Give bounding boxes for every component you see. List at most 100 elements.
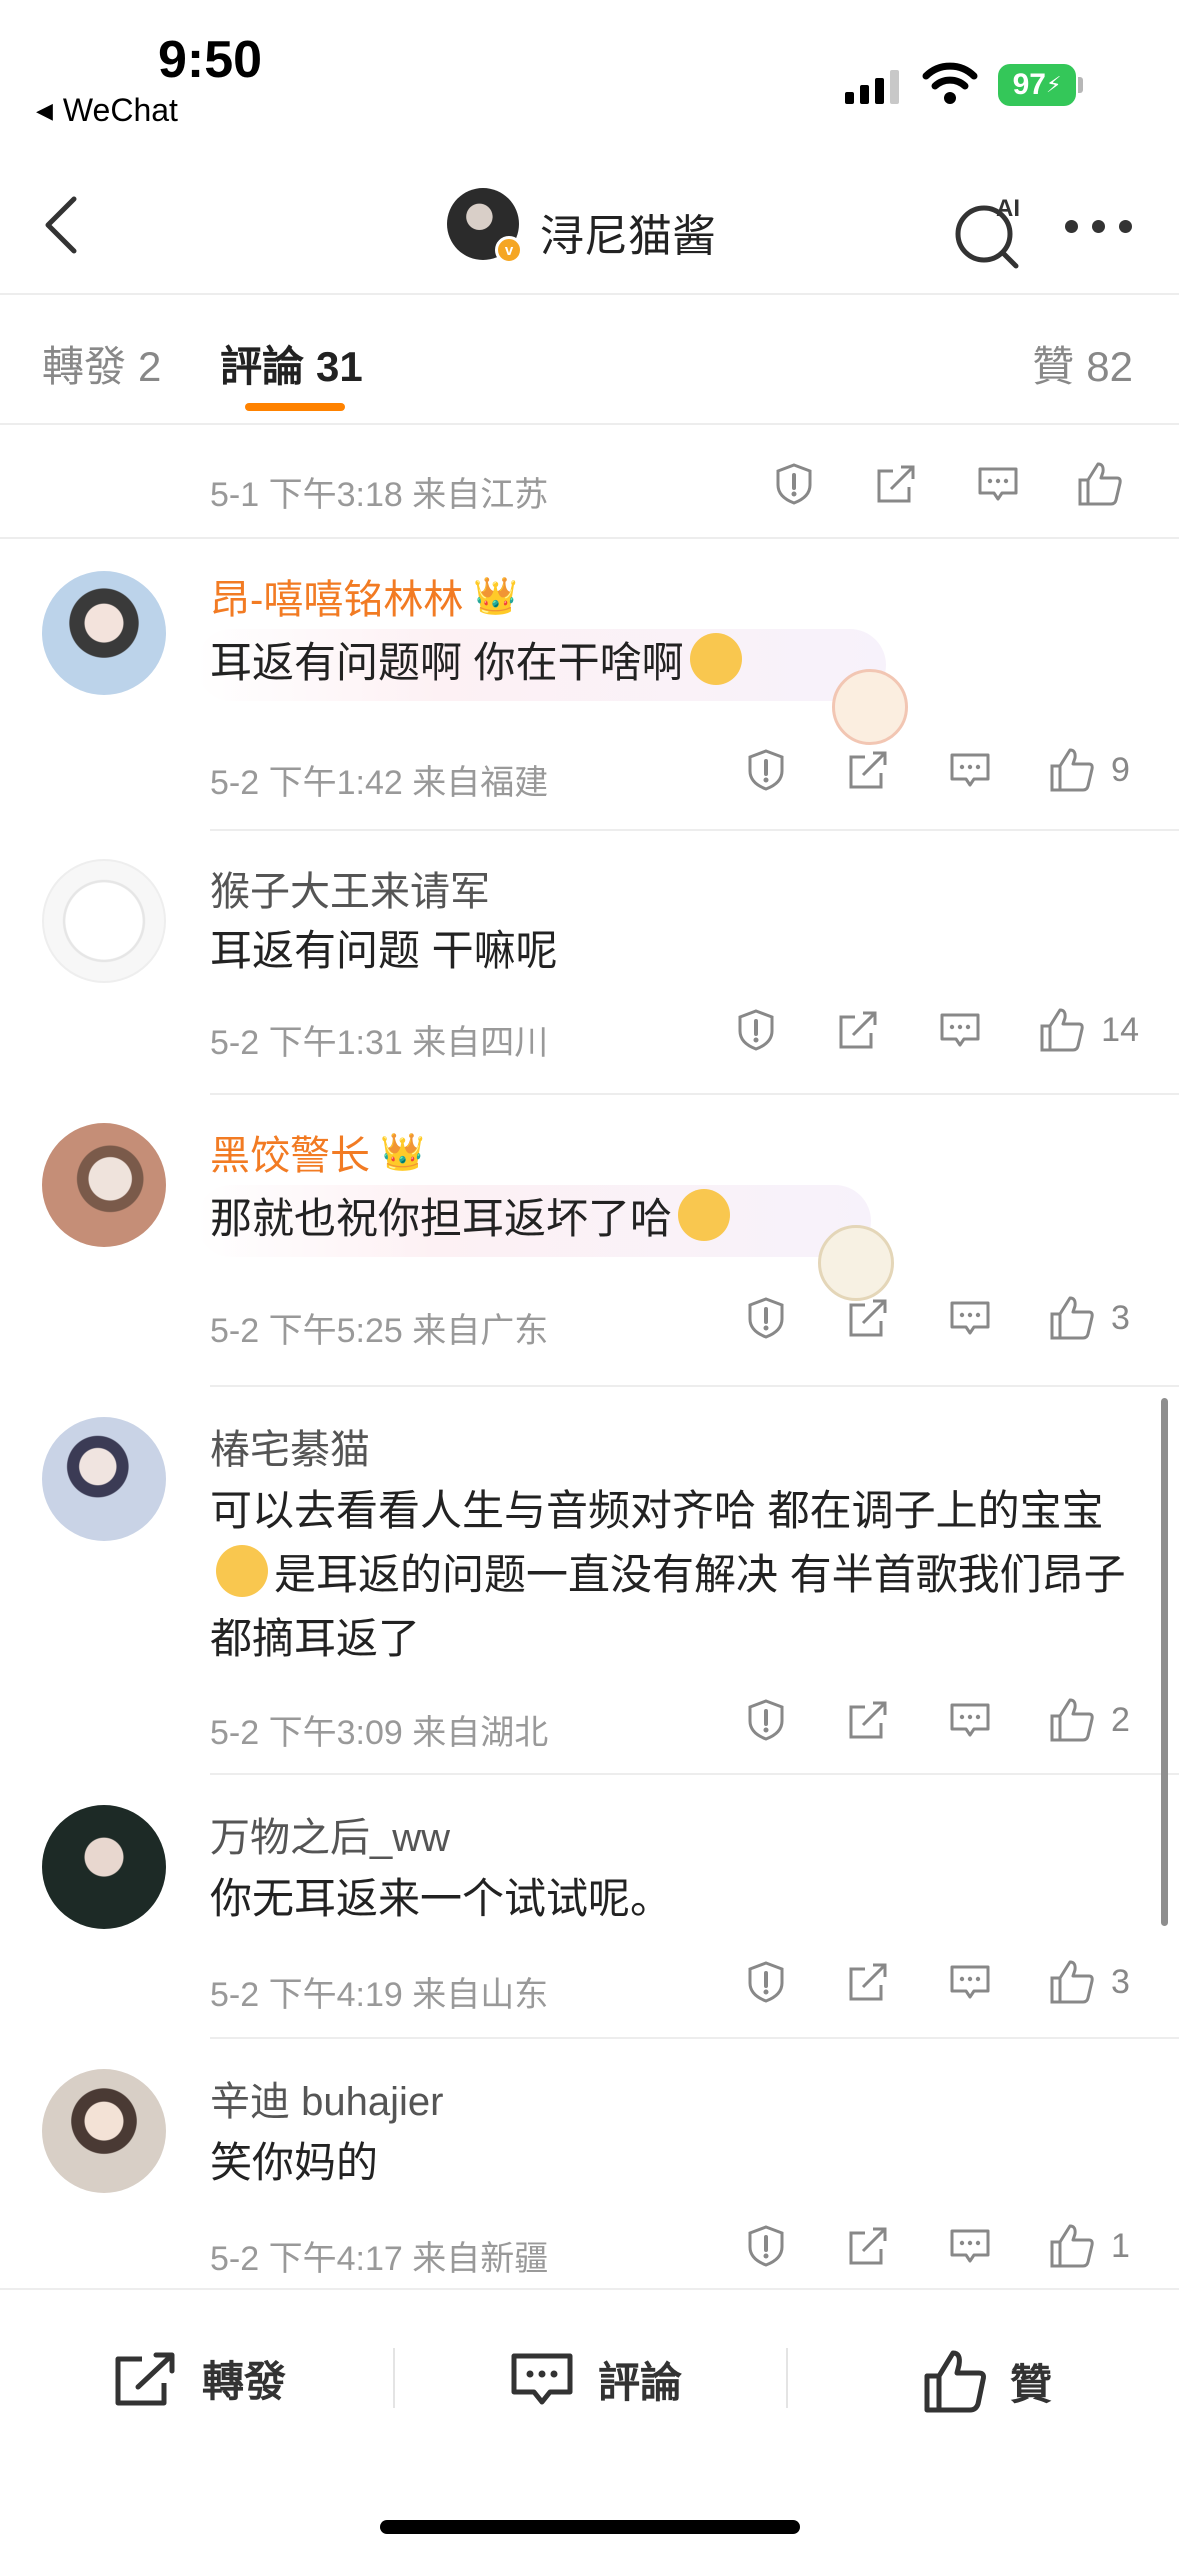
- back-app-label: WeChat: [62, 92, 178, 128]
- comment-actions: 2: [693, 1691, 1139, 1749]
- like-post-button[interactable]: 贊: [922, 2348, 1052, 2414]
- avatar[interactable]: [42, 1805, 166, 1929]
- battery-tip: [1078, 77, 1083, 93]
- report-button[interactable]: [737, 2217, 795, 2275]
- tab-likes-label: 贊: [1032, 343, 1075, 390]
- tab-comments[interactable]: 評論 31: [220, 333, 363, 394]
- tab-forward[interactable]: 轉發 2: [42, 333, 161, 394]
- back-triangle-icon: ◀: [36, 97, 53, 123]
- report-button[interactable]: [737, 1691, 795, 1749]
- reply-icon: [950, 1965, 990, 1999]
- ai-search-icon[interactable]: AI: [950, 190, 1030, 270]
- report-button[interactable]: [737, 1289, 795, 1347]
- share-button[interactable]: [839, 1953, 897, 2011]
- separator: [393, 2348, 395, 2408]
- report-button[interactable]: [765, 455, 823, 513]
- back-to-app[interactable]: ◀ WeChat: [36, 92, 178, 129]
- avatar[interactable]: [42, 1417, 166, 1541]
- reply-button[interactable]: [969, 455, 1027, 513]
- report-icon: [776, 463, 812, 505]
- username[interactable]: 辛迪 buhajier: [210, 2069, 443, 2127]
- reply-icon: [950, 2229, 990, 2263]
- tab-comments-label: 評論: [220, 343, 305, 390]
- blushing-emoji-icon: [678, 1189, 731, 1241]
- comment-list[interactable]: 5-1 下午3:18 来自江苏 昂-嘻嘻铭林林 👑 耳返有问题啊 你在干啥啊 5…: [0, 427, 1179, 2287]
- thumbs-up-icon: [1050, 748, 1094, 792]
- reply-button[interactable]: [941, 741, 999, 799]
- tab-forward-label: 轉發: [42, 343, 127, 390]
- wifi-icon: [922, 62, 978, 104]
- reply-button[interactable]: [941, 2217, 999, 2275]
- page-title[interactable]: 浔尼猫酱: [540, 200, 716, 264]
- comment-actions: 9: [693, 741, 1139, 799]
- reply-button[interactable]: [941, 1691, 999, 1749]
- avatar[interactable]: [42, 2069, 166, 2193]
- like-button[interactable]: [1043, 1691, 1101, 1749]
- report-icon: [748, 749, 784, 791]
- comment-text-part2: 是耳返的问题一直没有解决 有半首歌我们昂子都摘耳返了: [210, 1551, 1126, 1662]
- username[interactable]: 万物之后_ww: [210, 1805, 450, 1863]
- like-button[interactable]: [1033, 1001, 1091, 1059]
- username-text: 椿宅綦猫: [210, 1428, 370, 1472]
- username[interactable]: 猴子大王来请军: [210, 859, 490, 917]
- username-text: 辛迪 buhajier: [210, 2080, 444, 2124]
- navigation-bar: v 浔尼猫酱 AI: [0, 160, 1179, 295]
- like-button[interactable]: [1071, 455, 1129, 513]
- like-count: 14: [1101, 1010, 1139, 1049]
- comment-button[interactable]: 評論: [508, 2348, 682, 2410]
- tab-likes-count: 82: [1086, 343, 1133, 390]
- comment-actions: 14: [683, 1001, 1139, 1059]
- comment-actions: 1: [693, 2217, 1139, 2275]
- tab-bar: 轉發 2 評論 31 贊 82: [0, 297, 1179, 425]
- home-indicator[interactable]: [380, 2520, 800, 2534]
- reply-icon: [950, 1301, 990, 1335]
- thumbs-up-icon: [1078, 462, 1122, 506]
- thumbs-up-icon: [1040, 1008, 1084, 1052]
- scrollbar[interactable]: [1161, 1398, 1168, 1926]
- report-button[interactable]: [737, 1953, 795, 2011]
- like-button[interactable]: [1043, 1289, 1101, 1347]
- tab-comments-count: 31: [316, 343, 363, 390]
- reply-icon: [950, 753, 990, 787]
- share-button[interactable]: [839, 1691, 897, 1749]
- avatar[interactable]: [42, 859, 166, 983]
- username[interactable]: 椿宅綦猫: [210, 1417, 370, 1475]
- more-icon[interactable]: [1065, 220, 1132, 233]
- report-button[interactable]: [727, 1001, 785, 1059]
- reply-button[interactable]: [931, 1001, 989, 1059]
- username-text: 猴子大王来请军: [210, 870, 490, 914]
- like-button[interactable]: [1043, 1953, 1101, 2011]
- like-button[interactable]: [1043, 2217, 1101, 2275]
- comment-meta: 5-2 下午4:17 来自新疆: [210, 2240, 549, 2278]
- username[interactable]: 昂-嘻嘻铭林林 👑: [210, 567, 518, 625]
- forward-icon: [115, 2352, 175, 2405]
- like-button[interactable]: [1043, 741, 1101, 799]
- comment-text-content: 耳返有问题啊 你在干啥啊: [210, 639, 684, 686]
- share-button[interactable]: [839, 741, 897, 799]
- back-arrow-icon: [45, 196, 77, 254]
- reply-button[interactable]: [941, 1953, 999, 2011]
- thumbs-up-icon: [1050, 1960, 1094, 2004]
- reply-icon: [940, 1013, 980, 1047]
- comment-meta: 5-2 下午1:31 来自四川: [210, 1024, 549, 1062]
- tab-likes[interactable]: 贊 82: [1032, 333, 1133, 394]
- username[interactable]: 黑饺警长 👑: [210, 1123, 425, 1181]
- share-button[interactable]: [867, 455, 925, 513]
- username-text: 黑饺警长: [210, 1134, 370, 1178]
- share-button[interactable]: [839, 1289, 897, 1347]
- share-button[interactable]: [839, 2217, 897, 2275]
- comment-actions: 3: [693, 1953, 1139, 2011]
- comment-item: 椿宅綦猫 可以去看看人生与音频对齐哈 都在调子上的宝宝是耳返的问题一直没有解决 …: [0, 1387, 1179, 1775]
- share-button[interactable]: [829, 1001, 887, 1059]
- forward-button[interactable]: 轉發: [112, 2348, 286, 2409]
- report-button[interactable]: [737, 741, 795, 799]
- comment-meta: 5-2 下午5:25 来自广东: [210, 1312, 549, 1350]
- back-button[interactable]: [30, 190, 90, 260]
- avatar[interactable]: [42, 1123, 166, 1247]
- crying-emoji-icon: [216, 1545, 268, 1597]
- reply-button[interactable]: [941, 1289, 999, 1347]
- comment-label: 評論: [598, 2358, 683, 2406]
- avatar[interactable]: [42, 571, 166, 695]
- author-avatar[interactable]: v: [447, 188, 523, 264]
- comment-actions: [721, 455, 1129, 513]
